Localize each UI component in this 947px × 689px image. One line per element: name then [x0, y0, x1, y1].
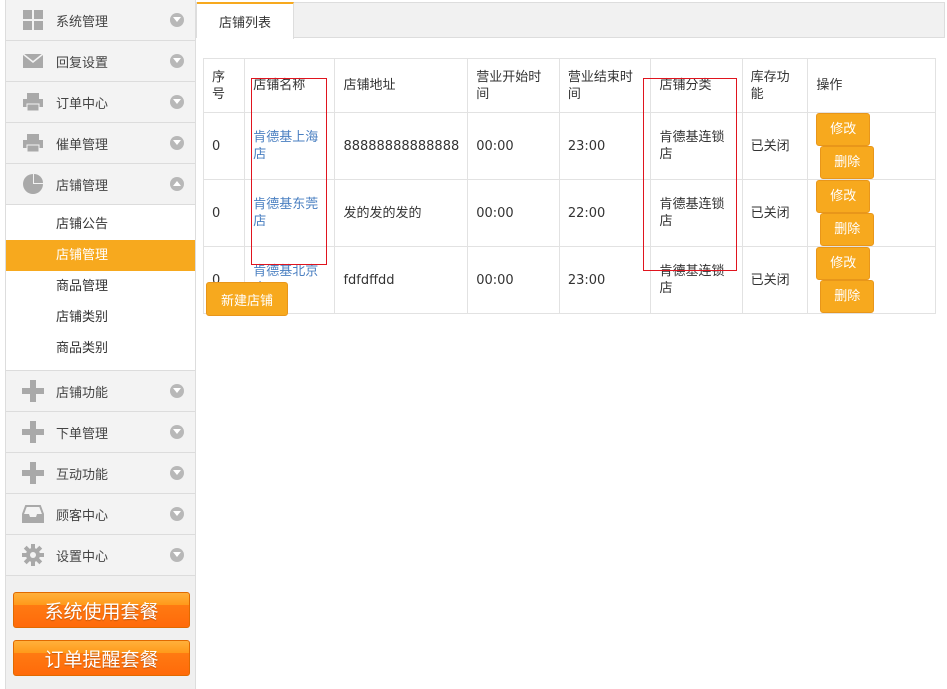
cell-category: 肯德基连锁店: [650, 112, 743, 180]
chevron-down-icon: [170, 507, 184, 521]
cell-address: 发的发的发的: [334, 179, 469, 247]
plus-icon: [22, 462, 44, 484]
chevron-up-icon: [170, 177, 184, 191]
store-submenu: 店铺公告 店铺管理 商品管理 店铺类别 商品类别: [6, 205, 195, 371]
submenu-item-store-category[interactable]: 店铺类别: [6, 302, 195, 333]
cell-open-time: 00:00: [467, 246, 560, 314]
sidebar-item-label: 店铺功能: [56, 385, 109, 401]
table-row: 0 肯德基北京店 fdfdffdd 00:00 23:00 肯德基连锁店 已关闭…: [202, 246, 936, 314]
sidebar-item-customer-center[interactable]: 顾客中心: [6, 494, 195, 535]
column-header-address: 店铺地址: [334, 58, 469, 113]
sidebar-item-label: 订单中心: [56, 96, 109, 112]
cell-index: 0: [202, 112, 246, 180]
sidebar: 系统管理 回复设置 订单中心 催单管理 店铺管理 店铺公告 店铺管理 商品管理 …: [5, 0, 196, 689]
sidebar-item-order-center[interactable]: 订单中心: [6, 82, 195, 123]
column-header-actions: 操作: [807, 58, 936, 113]
cell-actions: 修改删除: [807, 112, 936, 180]
table-header-row: 序号 店铺名称 店铺地址 营业开始时间 营业结束时间 店铺分类 库存功能 操作: [202, 58, 936, 113]
main-content: 店铺列表 序号 店铺名称 店铺地址 营业开始时间 营业结束时间 店铺分类 库存功…: [196, 0, 947, 689]
sidebar-item-label: 互动功能: [56, 467, 109, 483]
envelope-icon: [22, 50, 44, 72]
tab-bar: 店铺列表: [196, 2, 945, 39]
grid-icon: [22, 9, 44, 31]
edit-button[interactable]: 修改: [816, 247, 871, 280]
chevron-down-icon: [170, 548, 184, 562]
submenu-item-store-management[interactable]: 店铺管理: [6, 240, 195, 271]
store-name-link[interactable]: 肯德基东莞店: [253, 197, 318, 229]
system-package-button[interactable]: 系统使用套餐: [13, 592, 190, 628]
delete-button[interactable]: 删除: [820, 213, 875, 246]
printer-icon: [22, 91, 44, 113]
chevron-down-icon: [170, 384, 184, 398]
sidebar-item-label: 下单管理: [56, 426, 109, 442]
inbox-icon: [22, 503, 44, 525]
cell-inventory: 已关闭: [741, 112, 809, 180]
cell-close-time: 22:00: [558, 179, 652, 247]
chevron-down-icon: [170, 54, 184, 68]
cell-close-time: 23:00: [558, 246, 652, 314]
sidebar-item-label: 顾客中心: [56, 508, 109, 524]
submenu-item-product-management[interactable]: 商品管理: [6, 271, 195, 302]
column-header-open-time: 营业开始时间: [467, 58, 560, 113]
store-name-link[interactable]: 肯德基上海店: [253, 130, 318, 162]
sidebar-item-store-features[interactable]: 店铺功能: [6, 371, 195, 412]
cell-category: 肯德基连锁店: [650, 246, 743, 314]
sidebar-item-interaction[interactable]: 互动功能: [6, 453, 195, 494]
sidebar-item-label: 回复设置: [56, 55, 109, 71]
cell-open-time: 00:00: [467, 112, 560, 180]
sidebar-item-settings-center[interactable]: 设置中心: [6, 535, 195, 576]
chevron-down-icon: [170, 13, 184, 27]
sidebar-item-reply-settings[interactable]: 回复设置: [6, 41, 195, 82]
tab-store-list[interactable]: 店铺列表: [197, 2, 294, 39]
sidebar-item-label: 设置中心: [56, 549, 109, 565]
cell-close-time: 23:00: [558, 112, 652, 180]
chevron-down-icon: [170, 466, 184, 480]
column-header-inventory: 库存功能: [741, 58, 809, 113]
cell-address: 88888888888888: [334, 112, 469, 180]
cell-open-time: 00:00: [467, 179, 560, 247]
column-header-index: 序号: [202, 58, 246, 113]
table-row: 0 肯德基东莞店 发的发的发的 00:00 22:00 肯德基连锁店 已关闭 修…: [202, 179, 936, 247]
cell-actions: 修改删除: [807, 246, 936, 314]
chevron-down-icon: [170, 425, 184, 439]
edit-button[interactable]: 修改: [816, 113, 871, 146]
delete-button[interactable]: 删除: [820, 280, 875, 313]
chevron-down-icon: [170, 136, 184, 150]
cell-actions: 修改删除: [807, 179, 936, 247]
plus-icon: [22, 380, 44, 402]
edit-button[interactable]: 修改: [816, 180, 871, 213]
submenu-item-product-category[interactable]: 商品类别: [6, 333, 195, 364]
sidebar-item-order-management[interactable]: 下单管理: [6, 412, 195, 453]
cell-address: fdfdffdd: [334, 246, 469, 314]
gear-icon: [22, 544, 44, 566]
column-header-category: 店铺分类: [650, 58, 743, 113]
new-store-button[interactable]: 新建店铺: [206, 282, 288, 316]
plus-icon: [22, 421, 44, 443]
column-header-name: 店铺名称: [244, 58, 336, 113]
printer-icon: [22, 132, 44, 154]
sidebar-item-system[interactable]: 系统管理: [6, 0, 195, 41]
table-row: 0 肯德基上海店 88888888888888 00:00 23:00 肯德基连…: [202, 112, 936, 180]
store-table: 序号 店铺名称 店铺地址 营业开始时间 营业结束时间 店铺分类 库存功能 操作 …: [202, 58, 936, 314]
cell-category: 肯德基连锁店: [650, 179, 743, 247]
submenu-item-store-notice[interactable]: 店铺公告: [6, 209, 195, 240]
cell-name: 肯德基东莞店: [244, 179, 336, 247]
sidebar-item-reminder[interactable]: 催单管理: [6, 123, 195, 164]
order-alert-package-button[interactable]: 订单提醒套餐: [13, 640, 190, 676]
column-header-close-time: 营业结束时间: [558, 58, 652, 113]
cell-inventory: 已关闭: [741, 179, 809, 247]
sidebar-item-label: 店铺管理: [56, 178, 109, 194]
pie-chart-icon: [22, 173, 44, 195]
sidebar-item-label: 催单管理: [56, 137, 109, 153]
sidebar-item-store-management[interactable]: 店铺管理: [6, 164, 195, 205]
cell-name: 肯德基上海店: [244, 112, 336, 180]
cell-inventory: 已关闭: [741, 246, 809, 314]
chevron-down-icon: [170, 95, 184, 109]
delete-button[interactable]: 删除: [820, 146, 875, 179]
sidebar-item-label: 系统管理: [56, 14, 109, 30]
cell-index: 0: [202, 179, 246, 247]
